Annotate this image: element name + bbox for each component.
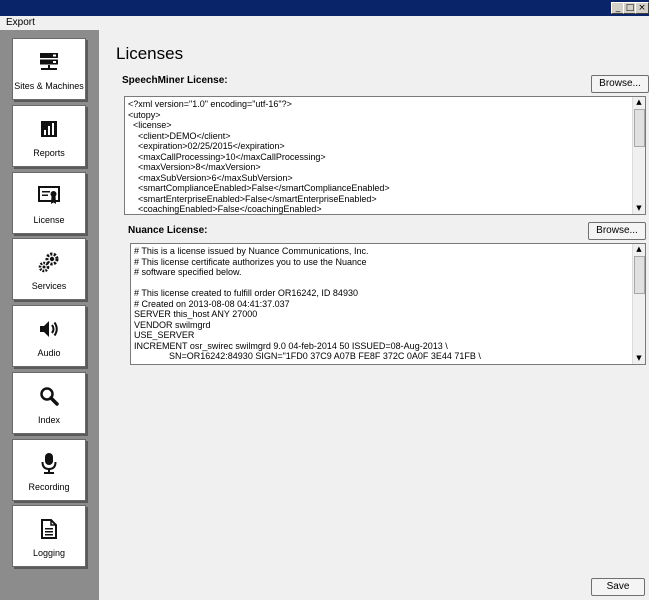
speechminer-license-content: <?xml version="1.0" encoding="utf-16"?> … — [128, 99, 390, 214]
close-button[interactable]: × — [635, 2, 649, 14]
sidebar-item-recording[interactable]: Recording — [12, 439, 86, 501]
nuance-license-textarea[interactable]: # This is a license issued by Nuance Com… — [130, 243, 646, 365]
speechminer-browse-button[interactable]: Browse... — [591, 75, 649, 93]
menu-export[interactable]: Export — [6, 17, 35, 28]
speechminer-license-textarea[interactable]: <?xml version="1.0" encoding="utf-16"?> … — [124, 96, 646, 215]
sidebar-item-logging[interactable]: Logging — [12, 505, 86, 567]
scroll-up-arrow-icon[interactable]: ▲ — [633, 97, 645, 108]
menu-bar: Export — [0, 16, 649, 30]
scroll-thumb[interactable] — [634, 256, 645, 294]
sidebar-item-index[interactable]: Index — [12, 372, 86, 434]
sidebar-item-sites-machines[interactable]: Sites & Machines — [12, 38, 86, 100]
magnifier-icon — [13, 385, 85, 407]
sidebar-item-label: Logging — [32, 548, 66, 558]
speechminer-license-label: SpeechMiner License: — [122, 75, 228, 86]
scroll-thumb[interactable] — [634, 109, 645, 147]
main-panel: Licenses SpeechMiner License: Browse... … — [99, 30, 649, 600]
sidebar-item-label: Audio — [37, 348, 61, 358]
server-icon — [13, 51, 85, 73]
certificate-icon — [13, 185, 85, 207]
save-button[interactable]: Save — [591, 578, 645, 596]
sidebar: Sites & Machines Reports License Service… — [0, 30, 99, 600]
sidebar-item-label: License — [33, 215, 65, 225]
sidebar-item-label: Recording — [28, 482, 70, 492]
sidebar-item-audio[interactable]: Audio — [12, 305, 86, 367]
title-bar: _ □ × — [0, 0, 649, 16]
scroll-down-arrow-icon[interactable]: ▼ — [633, 353, 645, 364]
chart-icon — [13, 118, 85, 140]
speaker-icon — [13, 318, 85, 340]
nuance-browse-button[interactable]: Browse... — [588, 222, 646, 240]
scroll-down-arrow-icon[interactable]: ▼ — [633, 203, 645, 214]
nuance-license-label: Nuance License: — [128, 225, 208, 236]
nuance-license-content: # This is a license issued by Nuance Com… — [134, 246, 481, 361]
sidebar-item-label: Services — [31, 281, 67, 291]
gears-icon — [13, 251, 85, 273]
sidebar-item-services[interactable]: Services — [12, 238, 86, 300]
page-title: Licenses — [116, 44, 184, 63]
nuance-scrollbar[interactable]: ▲ ▼ — [632, 244, 645, 364]
sidebar-item-license[interactable]: License — [12, 172, 86, 234]
sidebar-item-label: Sites & Machines — [14, 81, 84, 91]
sidebar-item-reports[interactable]: Reports — [12, 105, 86, 167]
sidebar-item-label: Reports — [33, 148, 65, 158]
document-icon — [13, 518, 85, 540]
sidebar-item-label: Index — [37, 415, 61, 425]
speechminer-scrollbar[interactable]: ▲ ▼ — [632, 97, 645, 214]
scroll-up-arrow-icon[interactable]: ▲ — [633, 244, 645, 255]
microphone-icon — [13, 452, 85, 474]
